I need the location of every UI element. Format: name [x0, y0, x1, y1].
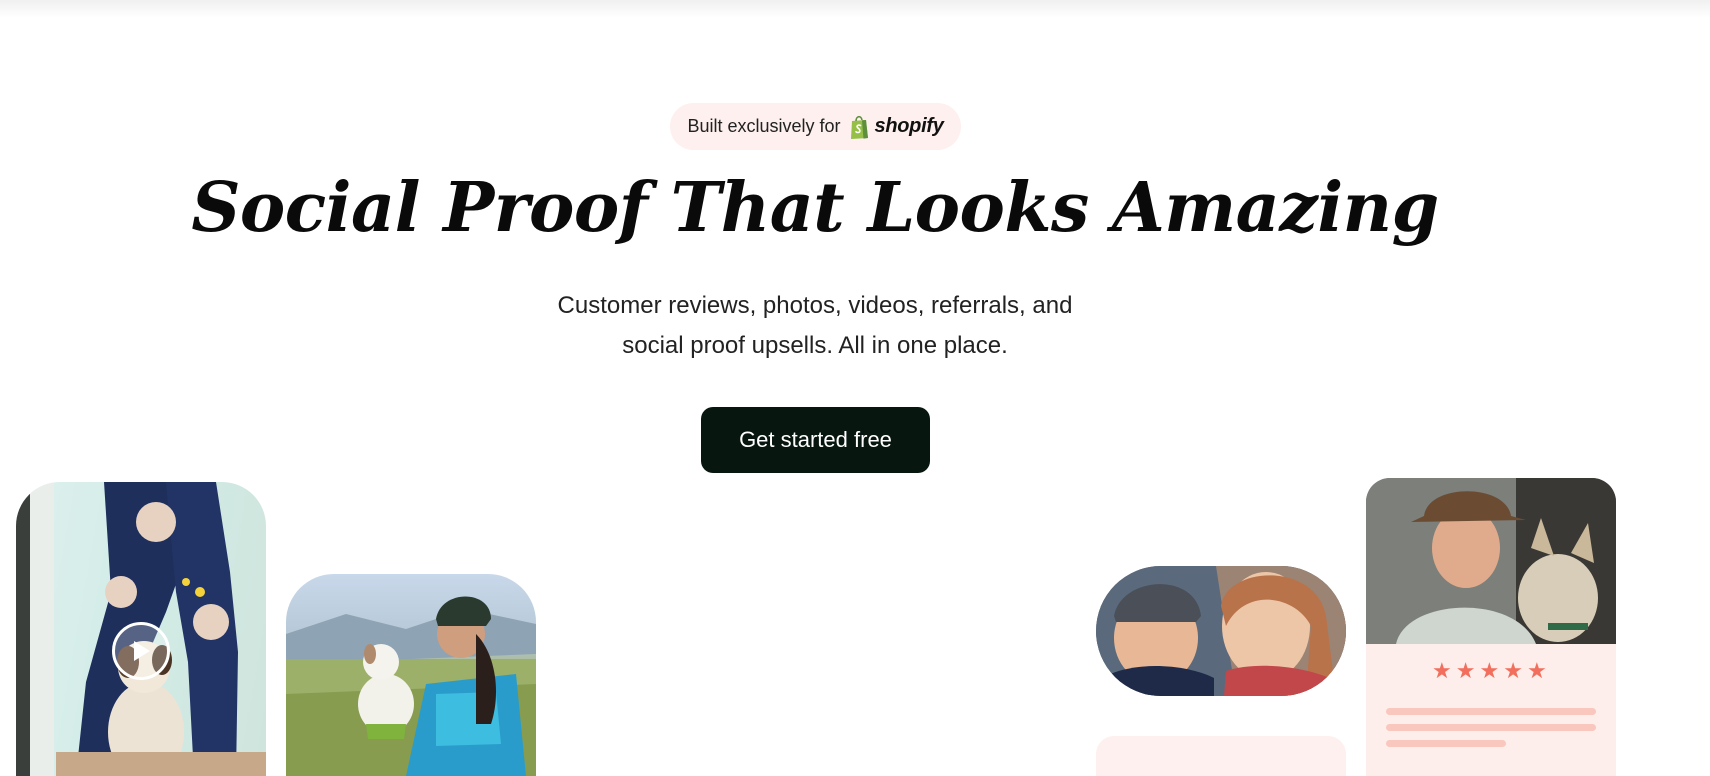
get-started-button[interactable]: Get started free [701, 407, 930, 473]
review-card[interactable]: ★ ★ ★ ★ ★ [1366, 478, 1616, 776]
review-text-placeholder [1386, 708, 1596, 715]
shopify-badge: Built exclusively for shopify [670, 103, 961, 150]
woman-with-dog-photo [286, 596, 536, 776]
landing-page: Built exclusively for shopify Social Pro… [0, 0, 1710, 776]
selfie-photo-card[interactable] [1096, 566, 1346, 696]
placeholder-card [1096, 736, 1346, 776]
star-icon: ★ [1503, 658, 1523, 683]
star-icon: ★ [1455, 658, 1476, 683]
header-shadow [0, 0, 1710, 18]
selfie-photo [1096, 566, 1346, 696]
hero-subtitle: Customer reviews, photos, videos, referr… [515, 286, 1115, 366]
reviewer-photo [1366, 478, 1616, 644]
review-text-placeholder [1386, 740, 1506, 747]
star-icon: ★ [1479, 658, 1500, 683]
hero-title: Social Proof That Looks Amazing [191, 168, 1439, 248]
star-icon: ★ [1432, 658, 1452, 683]
hero-subtitle-line-1: Customer reviews, photos, videos, referr… [557, 292, 1073, 319]
hero-subtitle-line-2: social proof upsells. All in one place. [622, 332, 1008, 359]
play-icon [134, 641, 150, 661]
customer-photo-card[interactable] [286, 574, 536, 776]
shopify-bag-icon [850, 115, 868, 139]
shopify-logo: shopify [849, 114, 944, 140]
play-video-button[interactable] [112, 622, 170, 680]
review-text-placeholder [1386, 724, 1596, 731]
shopify-wordmark: shopify [874, 115, 944, 137]
review-rating: ★ ★ ★ ★ ★ [1432, 660, 1547, 682]
badge-prefix: Built exclusively for [687, 116, 841, 136]
star-icon: ★ [1526, 658, 1547, 683]
man-with-dog-photo [1366, 478, 1616, 644]
